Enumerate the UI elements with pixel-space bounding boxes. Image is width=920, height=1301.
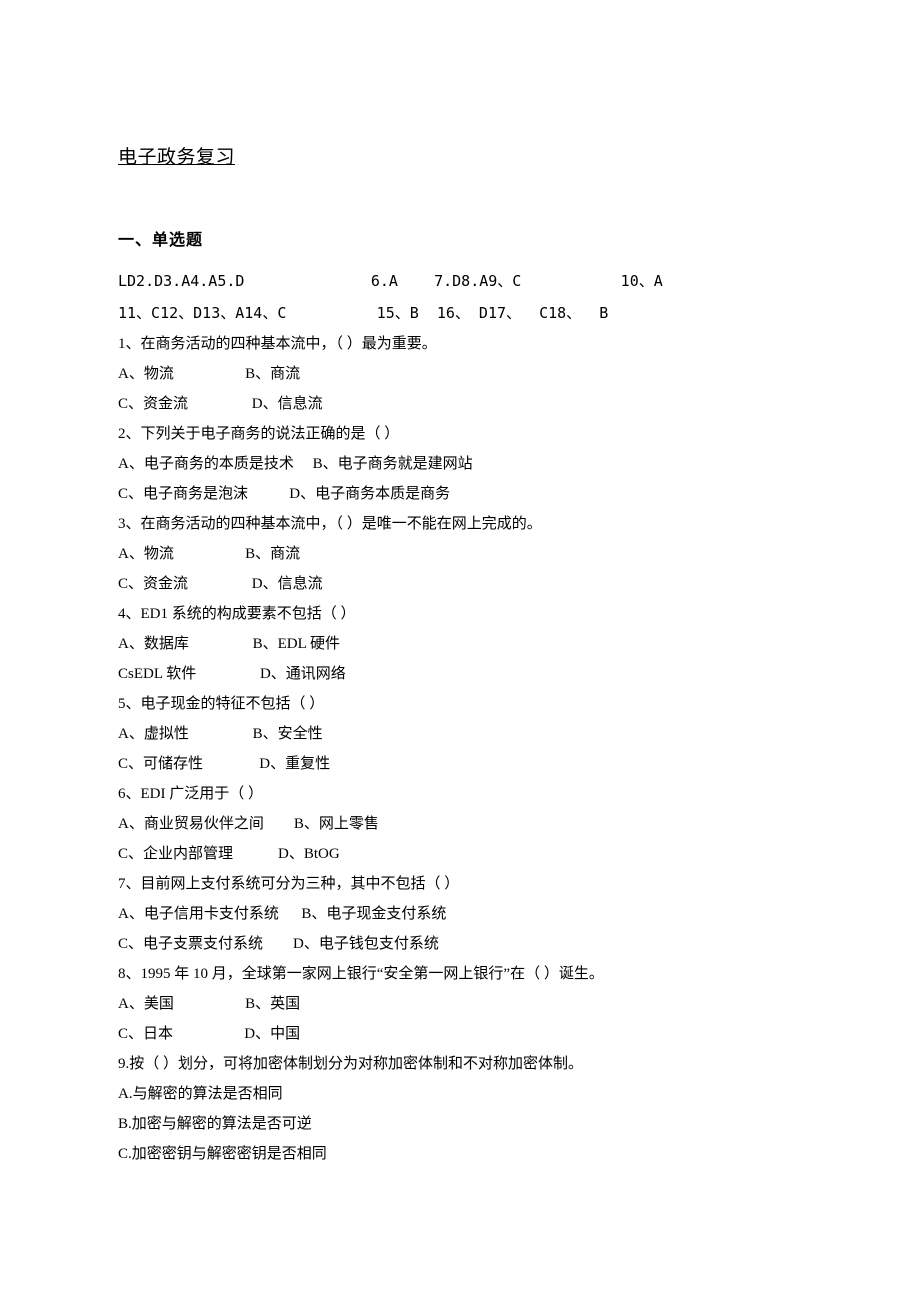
question-8-options-1: A、美国 B、英国 [118,989,802,1019]
question-3-options-1: A、物流 B、商流 [118,539,802,569]
question-9-option-b: B.加密与解密的算法是否可逆 [118,1109,802,1139]
question-2-options-1: A、电子商务的本质是技术 B、电子商务就是建网站 [118,449,802,479]
question-4: 4、ED1 系统的构成要素不包括（ ） A、数据库 B、EDL 硬件 CsEDL… [118,599,802,689]
question-8-options-2: C、日本 D、中国 [118,1019,802,1049]
question-6-options-1: A、商业贸易伙伴之间 B、网上零售 [118,809,802,839]
question-3-options-2: C、资金流 D、信息流 [118,569,802,599]
question-9-text: 9.按（ ）划分，可将加密体制划分为对称加密体制和不对称加密体制。 [118,1049,802,1079]
question-9: 9.按（ ）划分，可将加密体制划分为对称加密体制和不对称加密体制。 A.与解密的… [118,1049,802,1169]
question-2: 2、下列关于电子商务的说法正确的是（ ） A、电子商务的本质是技术 B、电子商务… [118,419,802,509]
question-9-option-a: A.与解密的算法是否相同 [118,1079,802,1109]
question-7-text: 7、目前网上支付系统可分为三种，其中不包括（ ） [118,869,802,899]
question-8: 8、1995 年 10 月，全球第一家网上银行“安全第一网上银行”在（ ）诞生。… [118,959,802,1049]
question-6-options-2: C、企业内部管理 D、BtOG [118,839,802,869]
question-5-text: 5、电子现金的特征不包括（ ） [118,689,802,719]
question-6-text: 6、EDI 广泛用于（ ） [118,779,802,809]
question-5-options-2: C、可储存性 D、重复性 [118,749,802,779]
answers-row-2: 11、C12、D13、A14、C 15、B 16、 D17、 C18、 B [118,298,802,330]
section-header: 一、单选题 [118,226,802,256]
question-1-options-1: A、物流 B、商流 [118,359,802,389]
question-1: 1、在商务活动的四种基本流中，（ ）最为重要。 A、物流 B、商流 C、资金流 … [118,329,802,419]
question-7: 7、目前网上支付系统可分为三种，其中不包括（ ） A、电子信用卡支付系统 B、电… [118,869,802,959]
question-4-options-2: CsEDL 软件 D、通讯网络 [118,659,802,689]
question-4-text: 4、ED1 系统的构成要素不包括（ ） [118,599,802,629]
question-2-text: 2、下列关于电子商务的说法正确的是（ ） [118,419,802,449]
question-3-text: 3、在商务活动的四种基本流中，（ ）是唯一不能在网上完成的。 [118,509,802,539]
question-8-text: 8、1995 年 10 月，全球第一家网上银行“安全第一网上银行”在（ ）诞生。 [118,959,802,989]
question-2-options-2: C、电子商务是泡沫 D、电子商务本质是商务 [118,479,802,509]
question-5: 5、电子现金的特征不包括（ ） A、虚拟性 B、安全性 C、可储存性 D、重复性 [118,689,802,779]
question-7-options-1: A、电子信用卡支付系统 B、电子现金支付系统 [118,899,802,929]
question-6: 6、EDI 广泛用于（ ） A、商业贸易伙伴之间 B、网上零售 C、企业内部管理… [118,779,802,869]
answers-row-1: LD2.D3.A4.A5.D 6.A 7.D8.A9、C 10、A [118,266,802,298]
question-7-options-2: C、电子支票支付系统 D、电子钱包支付系统 [118,929,802,959]
question-1-options-2: C、资金流 D、信息流 [118,389,802,419]
page-title: 电子政务复习 [118,140,802,176]
question-4-options-1: A、数据库 B、EDL 硬件 [118,629,802,659]
question-3: 3、在商务活动的四种基本流中，（ ）是唯一不能在网上完成的。 A、物流 B、商流… [118,509,802,599]
question-9-option-c: C.加密密钥与解密密钥是否相同 [118,1139,802,1169]
question-1-text: 1、在商务活动的四种基本流中，（ ）最为重要。 [118,329,802,359]
question-5-options-1: A、虚拟性 B、安全性 [118,719,802,749]
